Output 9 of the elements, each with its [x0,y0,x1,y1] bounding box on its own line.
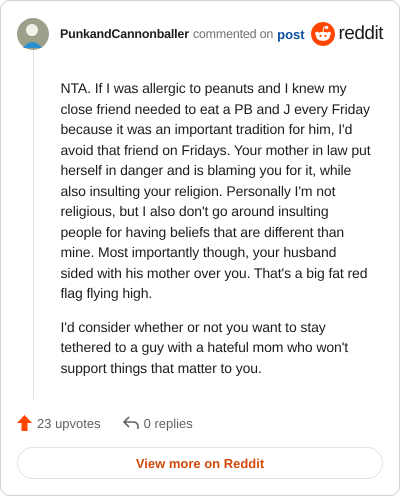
author-name: PunkandCannonballer [60,27,189,41]
comment-paragraph: I'd consider whether or not you want to stay tethered to a guy with a hateful mom who won't support things that matter to you. [60,318,350,378]
comment-paragraph: NTA. If I was allergic to peanuts and I knew my close friend needed to eat a PB and J every Friday because it was an important tradition for him, I'd avoid that friend on Fridays. Your mother in law put herself in danger and is blaming you for it, while also insulting your religion. Personally I'm not religious, but I also don't go around insulting people for having beliefs that are different than mine. Most importantly though, your husband sided with his mother over you. That's a big fat red flag flying high. [60,79,372,303]
brand-name: reddit [338,23,383,45]
upvote-count: 23 upvotes [37,416,101,430]
post-link[interactable]: post [277,26,305,42]
view-more-button[interactable]: View more on Reddit [17,447,383,479]
reply-count: 0 replies [144,416,193,430]
action-text: commented on [192,27,274,41]
